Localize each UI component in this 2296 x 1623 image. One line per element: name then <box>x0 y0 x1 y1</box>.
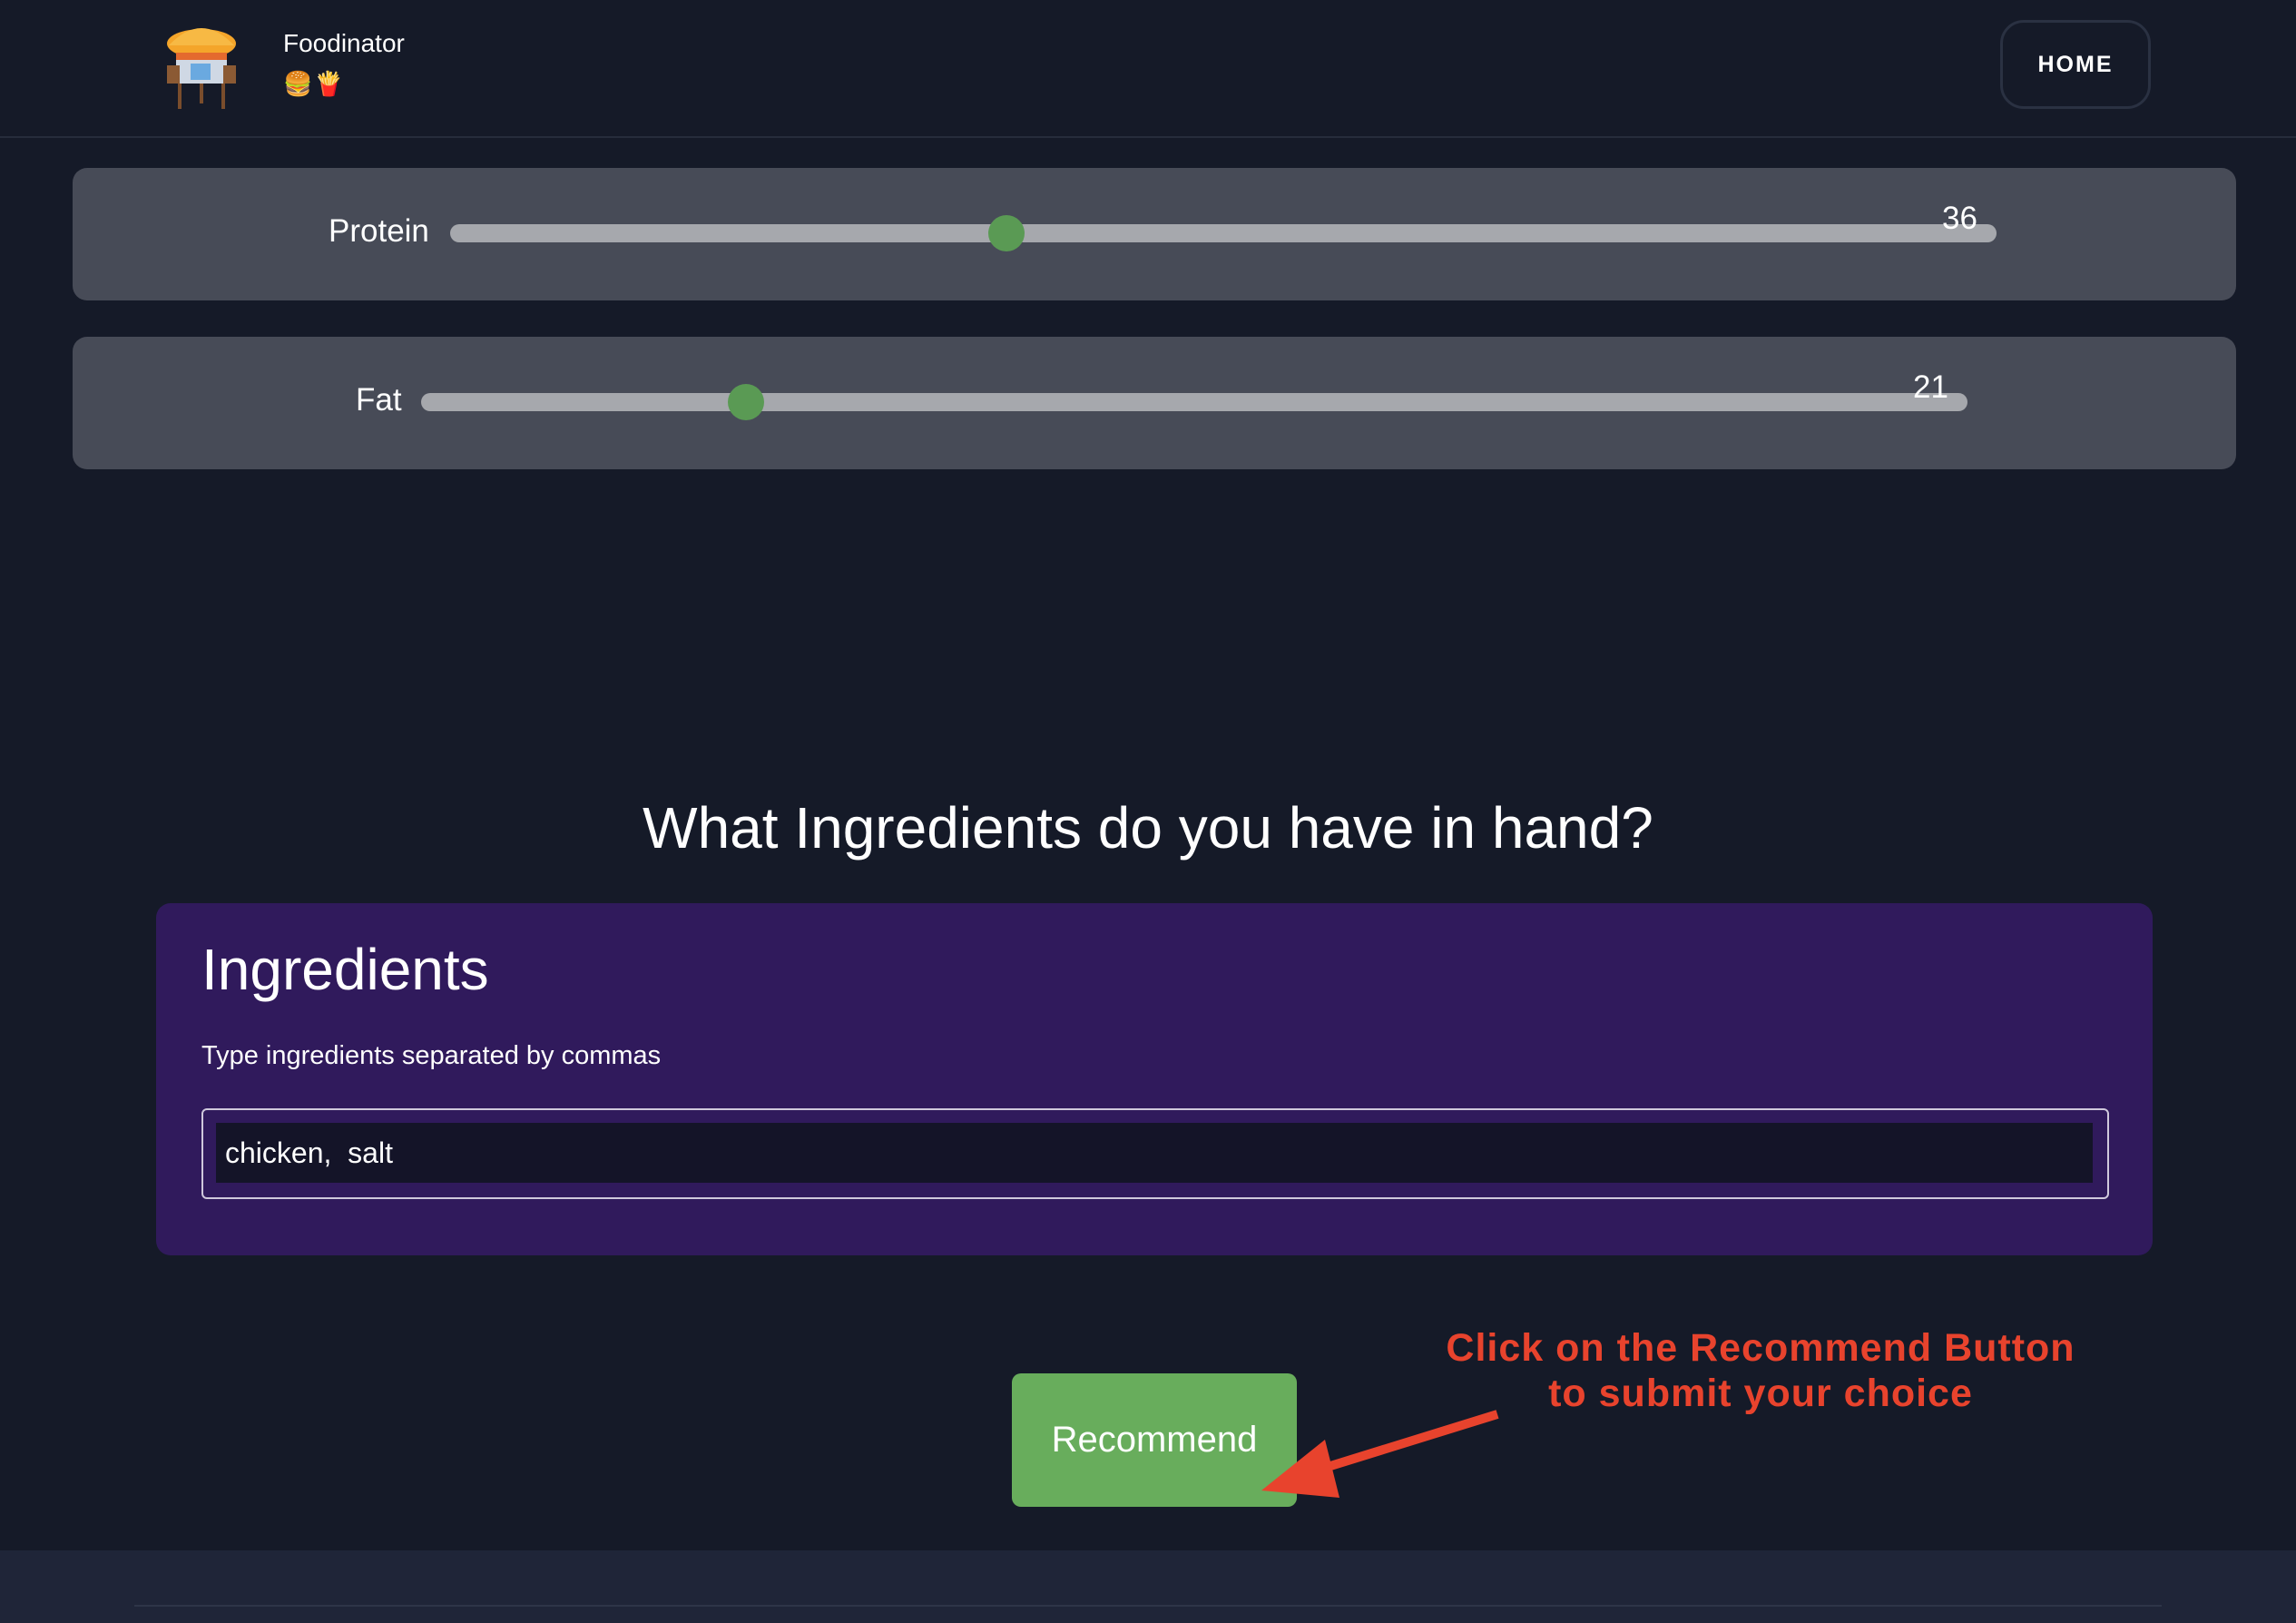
page: Foodinator 🍔🍟 HOME Protein 36 Fat 21 Wha… <box>0 0 2296 1623</box>
question-heading: What Ingredients do you have in hand? <box>643 795 1653 861</box>
ingredients-input[interactable] <box>216 1123 2093 1183</box>
fat-label: Fat <box>356 382 402 418</box>
protein-label: Protein <box>329 213 429 249</box>
ingredients-panel: Ingredients Type ingredients separated b… <box>156 903 2153 1255</box>
header: Foodinator 🍔🍟 HOME <box>0 0 2296 138</box>
fat-slider-thumb[interactable] <box>727 384 764 420</box>
fat-slider-card: Fat 21 <box>73 337 2236 469</box>
footer-divider <box>134 1605 2162 1607</box>
annotation-line-1: Click on the Recommend Button <box>1446 1326 2075 1370</box>
fat-slider-track[interactable] <box>421 384 1967 420</box>
fat-value: 21 <box>1913 369 1948 405</box>
arrow-icon <box>1261 1410 1499 1498</box>
footer <box>0 1550 2296 1623</box>
food-stall-icon[interactable] <box>163 18 240 113</box>
protein-slider-thumb[interactable] <box>988 215 1025 251</box>
brand-emoji-icons: 🍔🍟 <box>283 71 346 98</box>
ingredients-title: Ingredients <box>201 937 489 1002</box>
ingredients-help-text: Type ingredients separated by commas <box>201 1041 662 1070</box>
home-button[interactable]: HOME <box>2000 20 2151 109</box>
protein-slider-card: Protein 36 <box>73 168 2236 300</box>
ingredients-input-frame <box>201 1108 2109 1199</box>
protein-slider-track[interactable] <box>450 215 1997 251</box>
annotation-line-2: to submit your choice <box>1548 1372 1973 1415</box>
brand-name: Foodinator <box>283 29 405 57</box>
protein-value: 36 <box>1942 201 1977 236</box>
instruction-annotation: Click on the Recommend Button to submit … <box>1398 1325 2124 1416</box>
